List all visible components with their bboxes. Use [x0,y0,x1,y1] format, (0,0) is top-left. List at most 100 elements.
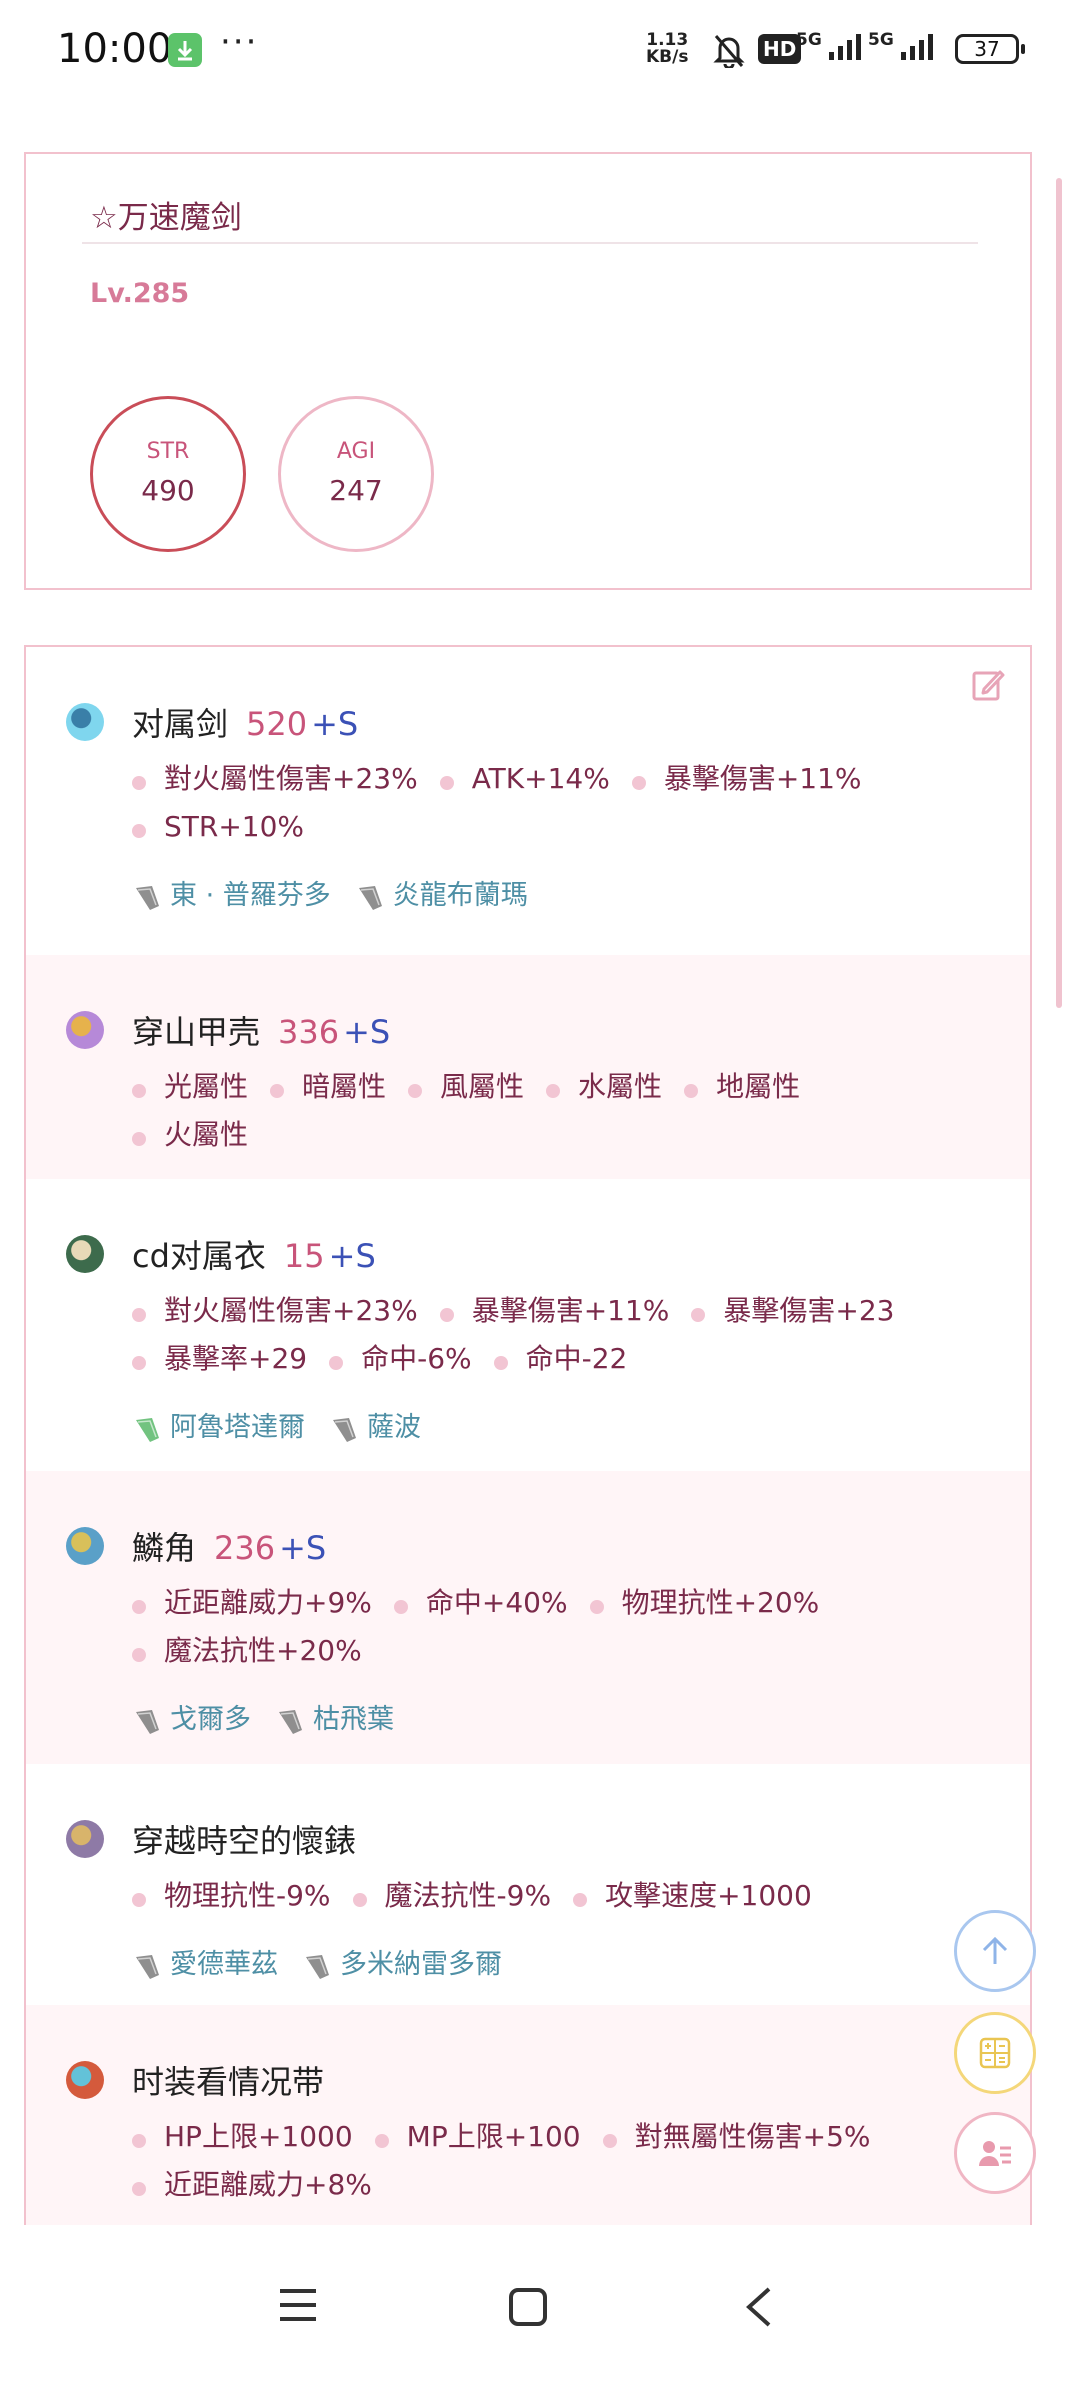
attribute-list: HP上限+1000 MP上限+100 對無屬性傷害+5% 近距離威力+8% [132,2113,1012,2209]
crystal-name: 薩波 [367,1412,421,1443]
equipment-item[interactable]: 对属剑 520 +S 對火屬性傷害+23% ATK+14% 暴擊傷害+11% STR+10%… [26,647,1030,955]
attribute-item: 命中+40% [393,1579,568,1627]
equipment-name: cd对属衣 15 +S [132,1231,376,1277]
refine-grade: +S [343,1013,391,1051]
scrollbar-thumb[interactable] [1056,178,1062,1008]
character-card: ☆万速魔剑 Lv.285 STR 490 AGI 247 [24,152,1032,590]
crystal-icon [279,1709,302,1734]
attribute-list: 物理抗性-9% 魔法抗性-9% 攻擊速度+1000 [132,1872,1012,1920]
crystal-icon [136,1709,159,1734]
attribute-item: 光屬性 [132,1063,248,1111]
crystal-list: 愛德華茲 多米納雷多爾 [132,1942,526,1981]
equipment-list: 对属剑 520 +S 對火屬性傷害+23% ATK+14% 暴擊傷害+11% STR+10%… [24,645,1032,2225]
attribute-item: 暴擊傷害+23 [691,1287,895,1335]
signal-label: 5G [796,30,822,50]
crystal-icon [136,1954,159,1979]
attribute-item: 水屬性 [546,1063,662,1111]
attribute-item: 暴擊傷害+11% [631,755,862,803]
equipment-name: 穿越時空的懷錶 [132,1816,356,1862]
stat-circle-str: STR 490 [90,396,246,552]
stat-value: 490 [141,474,195,507]
user-list-icon [979,2141,1011,2166]
status-bar: 10:00 ··· 1.13 KB/s HD 5G 5G 37 [0,0,1080,100]
crystal-name: 阿魯塔達爾 [170,1412,305,1443]
status-time: 10:00 [57,26,173,72]
equipment-item[interactable]: 时装看情况带 HP上限+1000 MP上限+100 對無屬性傷害+5% 近距離威力+8% [26,2005,1030,2225]
stat-circle-agi: AGI 247 [278,396,434,552]
attribute-item: STR+10% [132,803,304,851]
crystal-icon [306,1954,329,1979]
attribute-list: 近距離威力+9% 命中+40% 物理抗性+20% 魔法抗性+20% [132,1579,1012,1675]
equipment-name: 穿山甲壳 336 +S [132,1007,390,1053]
scroll-to-top-button[interactable] [954,1910,1036,1992]
crystal-item[interactable]: 東 · 普羅芬多 [132,873,331,912]
equipment-name: 时装看情况带 [132,2057,324,2103]
attribute-item: 暴擊傷害+11% [439,1287,669,1335]
crystal-name: 戈爾多 [170,1704,251,1735]
attribute-item: 命中-22 [493,1335,627,1383]
attribute-item: ATK+14% [439,755,610,803]
attribute-line: 魔法抗性+20% [132,1627,1012,1675]
network-speed-unit: KB/s [646,47,689,67]
attribute-line: 光屬性 暗屬性 風屬性 水屬性 地屬性 [132,1063,1012,1111]
attribute-item: 風屬性 [408,1063,524,1111]
attribute-item: 對無屬性傷害+5% [602,2113,871,2161]
shield-icon [66,1011,104,1049]
attribute-item: 魔法抗性-9% [352,1872,551,1920]
attribute-line: 暴擊率+29 命中-6% 命中-22 [132,1335,1012,1383]
overflow-dots-icon: ··· [220,22,259,62]
crystal-item[interactable]: 多米納雷多爾 [302,1942,502,1981]
crystal-item[interactable]: 薩波 [329,1405,421,1444]
armor-icon [66,1235,104,1273]
signal-label: 5G [868,30,894,50]
crystal-name: 枯飛葉 [313,1704,394,1735]
equipment-name-text: cd对属衣 [132,1237,266,1275]
refine-value: 236 [214,1529,276,1567]
stat-label: STR [146,439,190,464]
download-icon [168,33,202,67]
crystal-list: 東 · 普羅芬多 炎龍布蘭瑪 [132,873,552,912]
equipment-name-text: 鱗角 [132,1529,197,1567]
crystal-name: 東 · 普羅芬多 [170,880,331,911]
attribute-item: 近距離威力+8% [132,2161,372,2209]
profile-list-button[interactable] [954,2112,1036,2194]
crystal-item[interactable]: 枯飛葉 [275,1697,394,1736]
attribute-item: 地屬性 [684,1063,800,1111]
refine-value: 336 [278,1013,340,1051]
refine-grade: +S [279,1529,327,1567]
attribute-item: 物理抗性+20% [589,1579,819,1627]
equipment-name: 对属剑 520 +S [132,699,358,745]
attribute-line: 對火屬性傷害+23% 暴擊傷害+11% 暴擊傷害+23 [132,1287,1012,1335]
back-icon[interactable] [745,2287,773,2327]
bell-muted-icon [712,32,746,72]
crystal-item[interactable]: 戈爾多 [132,1697,251,1736]
home-icon[interactable] [508,2287,548,2327]
attribute-item: HP上限+1000 [132,2113,353,2161]
crystal-item[interactable]: 炎龍布蘭瑪 [355,873,528,912]
stat-label: AGI [336,439,376,464]
crystal-icon [358,885,382,910]
attribute-item: 暗屬性 [270,1063,386,1111]
menu-icon[interactable] [278,2287,318,2323]
crystal-item[interactable]: 愛德華茲 [132,1942,278,1981]
signal-icon: 5G [868,30,943,62]
calculator-icon [979,2037,1011,2069]
calculator-button[interactable] [954,2012,1036,2094]
attribute-item: 火屬性 [132,1111,248,1159]
refine-value: 15 [283,1237,325,1275]
crystal-icon [136,885,159,910]
equipment-item[interactable]: 穿山甲壳 336 +S 光屬性 暗屬性 風屬性 水屬性 地屬性 火屬性 [26,955,1030,1179]
equipment-name-text: 穿越時空的懷錶 [132,1822,357,1860]
equipment-name-text: 时装看情况带 [132,2063,325,2101]
attribute-line: 對火屬性傷害+23% ATK+14% 暴擊傷害+11% [132,755,1012,803]
attribute-line: 近距離威力+8% [132,2161,1012,2209]
attribute-item: 對火屬性傷害+23% [132,1287,418,1335]
attribute-line: 火屬性 [132,1111,1012,1159]
equipment-item[interactable]: 穿越時空的懷錶物理抗性-9% 魔法抗性-9% 攻擊速度+1000 愛德華茲 多米納雷多爾 [26,1764,1030,2005]
crystal-item[interactable]: 阿魯塔達爾 [132,1405,305,1444]
refine-grade: +S [311,705,359,743]
attribute-item: MP上限+100 [374,2113,581,2161]
divider [82,242,978,244]
equipment-item[interactable]: 鱗角 236 +S 近距離威力+9% 命中+40% 物理抗性+20% 魔法抗性+20% 戈爾多… [26,1471,1030,1764]
equipment-item[interactable]: cd对属衣 15 +S 對火屬性傷害+23% 暴擊傷害+11% 暴擊傷害+23 暴擊率+29… [26,1179,1030,1471]
